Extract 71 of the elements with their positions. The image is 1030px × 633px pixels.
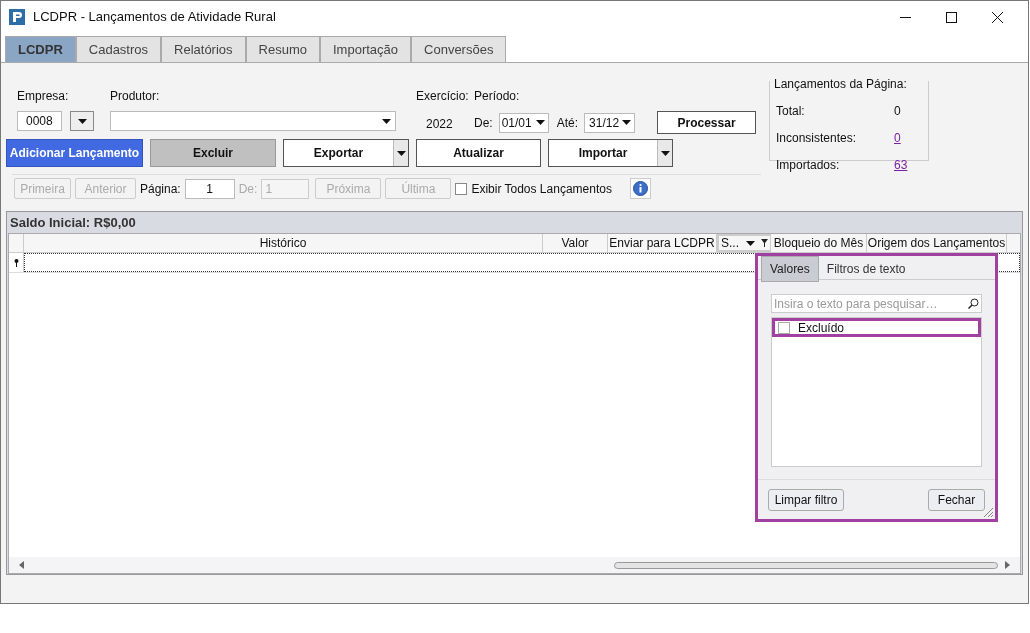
count-link[interactable]: 63: [894, 156, 908, 174]
checkbox-label: Excluído: [798, 319, 845, 337]
search-icon: [968, 298, 979, 309]
checkbox[interactable]: [778, 321, 790, 334]
new-row-icon: [13, 258, 19, 267]
tab[interactable]: Cadastros: [75, 36, 162, 62]
scroll-right-icon[interactable]: [1005, 561, 1010, 569]
date-field[interactable]: 31/12: [584, 112, 636, 133]
caret-icon: [77, 118, 87, 124]
field-label: Período:: [474, 88, 521, 105]
filter-value-row[interactable]: Excluído: [772, 318, 981, 337]
tab[interactable]: Relatórios: [161, 36, 246, 62]
maximize-icon: [945, 11, 957, 23]
field-label: Até:: [556, 114, 579, 132]
field-label: Empresa:: [17, 88, 70, 105]
column-header[interactable]: Bloqueio do Mês: [771, 234, 867, 252]
close-filter-button[interactable]: Fechar: [928, 488, 985, 511]
grid-caption: Saldo Inicial: R$0,00: [9, 213, 137, 232]
minimize-icon: [899, 16, 911, 18]
tab[interactable]: Resumo: [245, 36, 320, 62]
year-value: 2022: [425, 116, 454, 133]
close-icon: [991, 11, 1003, 23]
dropdown-button[interactable]: [70, 111, 94, 131]
summary-label: Total:: [776, 103, 806, 120]
app-logo-icon: [9, 9, 25, 25]
field-label: Exercício:: [416, 88, 468, 105]
column-header[interactable]: Histórico: [24, 234, 543, 252]
dropdown-button[interactable]: [657, 140, 672, 166]
total-pages-field: 1: [261, 178, 310, 199]
field-label: Página:: [140, 180, 181, 198]
caret-icon: [396, 150, 406, 156]
dropdown-field[interactable]: [110, 111, 396, 131]
count-link[interactable]: 0: [894, 129, 901, 147]
input-field[interactable]: 0008: [17, 111, 62, 131]
caret-icon: [535, 120, 545, 125]
clear-filter-button[interactable]: Limpar filtro: [768, 488, 844, 511]
date-field[interactable]: 01/01: [498, 112, 549, 133]
caret-icon: [746, 240, 755, 246]
column-header[interactable]: Enviar para LCDPR: [608, 234, 717, 252]
action-button[interactable]: Atualizar: [417, 140, 540, 166]
page-input-field[interactable]: 1: [184, 178, 235, 199]
process-button[interactable]: Processar: [657, 111, 757, 134]
tab[interactable]: LCDPR: [5, 36, 76, 62]
caret-icon: [660, 150, 670, 156]
resize-grip-icon[interactable]: [984, 508, 993, 517]
column-header[interactable]: Origem dos Lançamentos: [867, 234, 1007, 252]
horizontal-scrollbar-thumb[interactable]: [613, 561, 999, 569]
field-label: Produtor:: [110, 88, 161, 105]
field-label: De:: [474, 114, 493, 132]
column-header[interactable]: Valor: [543, 234, 608, 252]
tab[interactable]: Conversões: [411, 36, 507, 62]
action-button[interactable]: Adicionar Lançamento: [6, 139, 143, 167]
checkbox-label: Exibir Todos Lançamentos: [471, 180, 612, 198]
count-value: 0: [894, 103, 901, 120]
info-button[interactable]: [629, 178, 651, 199]
summary-label: Inconsistentes:: [776, 130, 858, 147]
summary-label: Importados:: [776, 157, 841, 174]
caret-icon: [622, 120, 632, 125]
tab[interactable]: Valores: [761, 256, 819, 282]
caret-icon: [382, 118, 391, 124]
dropdown-button[interactable]: [393, 140, 408, 166]
window-title: LCDPR - Lançamentos de Atividade Rural: [33, 8, 276, 27]
tab[interactable]: Importação: [320, 36, 412, 62]
action-button[interactable]: Excluir: [150, 139, 276, 167]
tab[interactable]: Filtros de texto: [818, 256, 914, 282]
filter-icon: [761, 239, 768, 247]
info-icon: [632, 181, 648, 196]
field-label: De:: [238, 180, 258, 198]
scroll-left-icon[interactable]: [19, 561, 24, 569]
column-header[interactable]: S...: [717, 234, 771, 252]
checkbox[interactable]: [455, 182, 468, 195]
